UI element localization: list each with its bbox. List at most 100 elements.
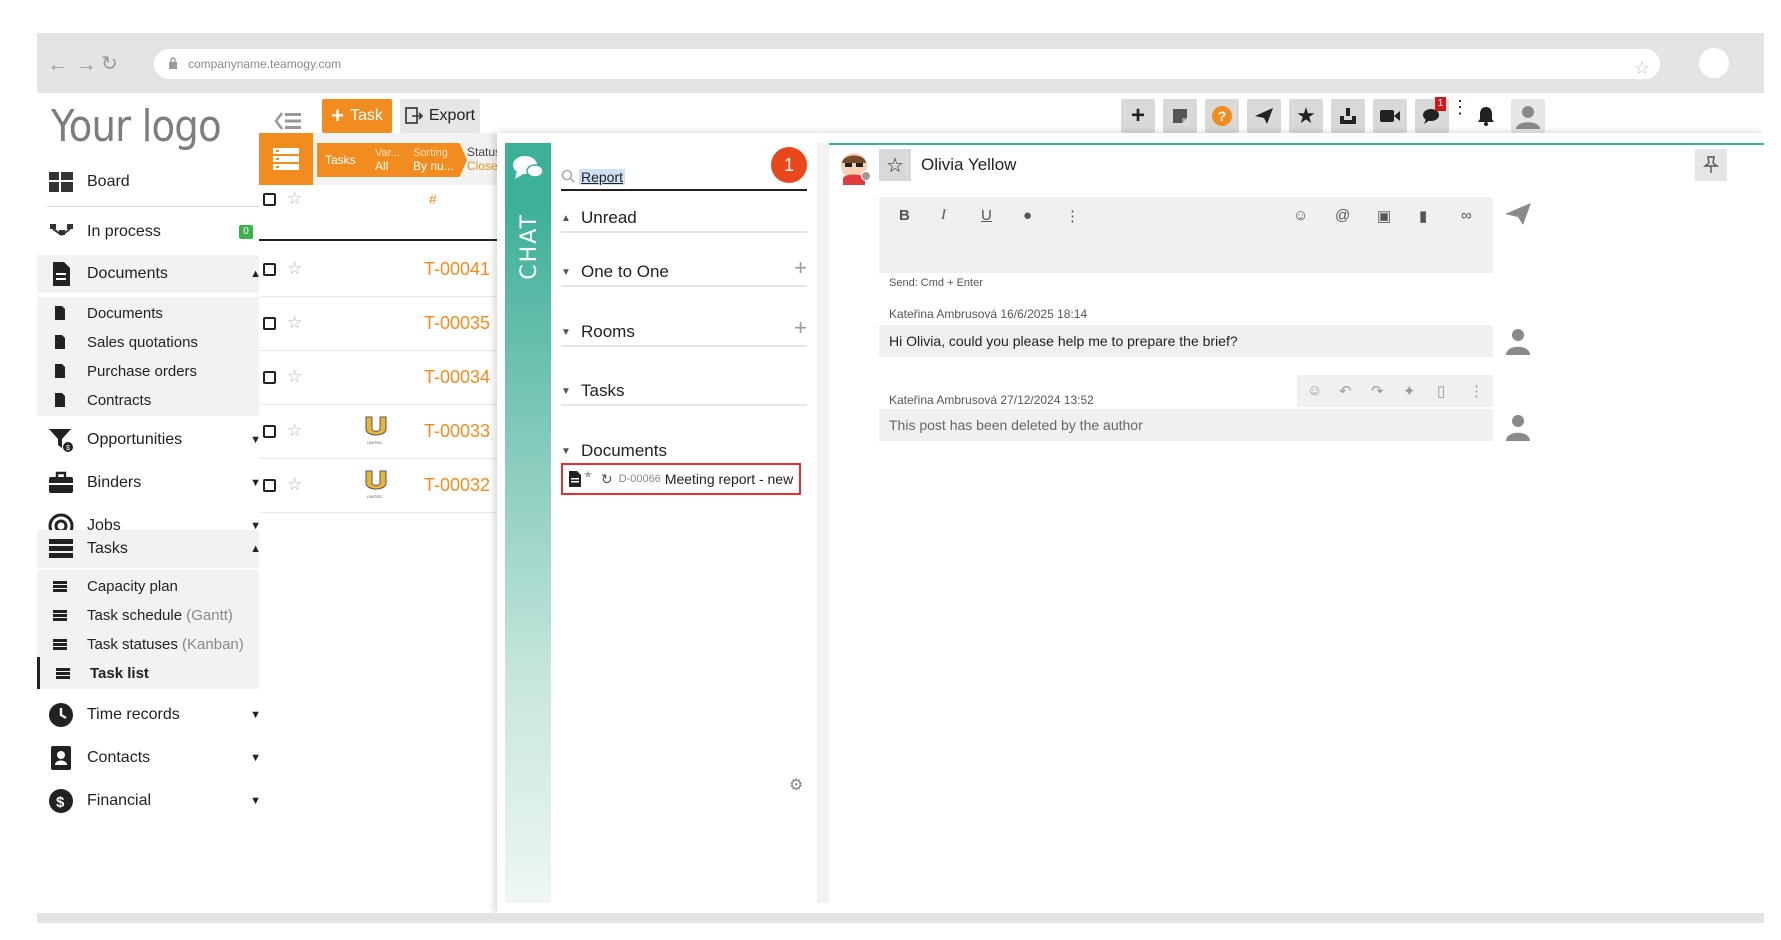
chat-group-tasks[interactable]: ▼ Tasks bbox=[561, 378, 807, 406]
reload-icon[interactable]: ↻ bbox=[101, 51, 118, 76]
plus-icon[interactable]: + bbox=[1121, 99, 1155, 133]
star-icon[interactable]: ☆ bbox=[287, 259, 302, 279]
star-icon[interactable]: ☆ bbox=[287, 421, 302, 441]
mention-icon[interactable]: @ bbox=[1335, 207, 1350, 224]
sidebar-item-documents[interactable]: Documents ▲ bbox=[37, 255, 273, 293]
star-icon[interactable]: ☆ bbox=[287, 475, 302, 495]
row-checkbox[interactable] bbox=[263, 371, 276, 384]
table-row[interactable]: ☆ UNITED T-00032 bbox=[259, 459, 499, 513]
message-composer[interactable]: B I U ● ⋮ ☺ @ ▣ ▮ ∞ bbox=[879, 197, 1493, 273]
underline-icon[interactable]: U bbox=[981, 207, 992, 224]
column-header-number[interactable]: # bbox=[429, 191, 437, 207]
author-avatar-icon[interactable] bbox=[1505, 413, 1531, 441]
more-icon[interactable]: ⋮ bbox=[1065, 207, 1080, 225]
chat-group-one-to-one[interactable]: ▼ One to One + bbox=[561, 255, 807, 287]
address-bar[interactable]: companyname.teamogy.com ☆ bbox=[154, 49, 1660, 79]
message-body[interactable]: This post has been deleted by the author bbox=[879, 409, 1493, 441]
contact-book-icon bbox=[51, 746, 71, 770]
list-menu-button[interactable] bbox=[259, 133, 313, 185]
sidebar-item-opportunities[interactable]: $ Opportunities ▼ bbox=[37, 421, 273, 459]
more-icon[interactable]: ⋮ bbox=[1469, 382, 1484, 400]
sidebar-subitem-purchase-orders[interactable]: Purchase orders bbox=[37, 355, 273, 387]
row-checkbox[interactable] bbox=[263, 263, 276, 276]
sidebar-subitem-sales-quotations[interactable]: Sales quotations bbox=[37, 326, 273, 358]
sidebar-item-time-records[interactable]: Time records ▼ bbox=[37, 696, 273, 734]
task-id[interactable]: T-00032 bbox=[424, 475, 490, 496]
forward-arrow-icon[interactable]: → bbox=[75, 51, 97, 77]
sidebar-subitem-task-schedule[interactable]: Task schedule (Gantt) bbox=[37, 599, 273, 631]
table-row[interactable]: ☆ T-00035 bbox=[259, 297, 499, 351]
task-id[interactable]: T-00033 bbox=[424, 421, 490, 442]
row-checkbox[interactable] bbox=[263, 479, 276, 492]
notes-icon[interactable] bbox=[1163, 99, 1197, 133]
select-all-checkbox[interactable] bbox=[263, 193, 276, 206]
sidebar-item-financial[interactable]: $ Financial ▼ bbox=[37, 782, 273, 820]
reply-icon[interactable]: ↶ bbox=[1339, 382, 1352, 400]
breadcrumb-sorting[interactable]: Sorting By nu... bbox=[405, 143, 467, 177]
star-icon[interactable]: ☆ bbox=[287, 313, 302, 333]
bold-icon[interactable]: B bbox=[899, 207, 910, 224]
sidebar-item-binders[interactable]: Binders ▼ bbox=[37, 464, 273, 502]
sidebar-subitem-documents[interactable]: Documents bbox=[37, 297, 273, 329]
emoji-react-icon[interactable]: ☺ bbox=[1307, 382, 1322, 399]
sidebar-item-contacts[interactable]: Contacts ▼ bbox=[37, 739, 273, 777]
favorite-star-button[interactable]: ☆ bbox=[879, 149, 911, 181]
bell-icon[interactable] bbox=[1469, 99, 1503, 133]
file-icon[interactable]: ▮ bbox=[1419, 207, 1427, 225]
chat-group-documents[interactable]: ▼ Documents bbox=[561, 437, 807, 465]
chat-group-unread[interactable]: ▲ Unread bbox=[561, 205, 807, 233]
back-arrow-icon[interactable]: ← bbox=[47, 51, 69, 77]
breadcrumb-tasks[interactable]: Tasks bbox=[317, 143, 375, 177]
export-button[interactable]: Export bbox=[400, 99, 480, 133]
inbox-icon[interactable] bbox=[1331, 99, 1365, 133]
sidebar-item-in-process[interactable]: In process 0 bbox=[37, 213, 273, 251]
sidebar-subitem-task-statuses[interactable]: Task statuses (Kanban) bbox=[37, 628, 273, 660]
table-row[interactable]: ☆ T-00041 bbox=[259, 243, 499, 297]
send-icon[interactable] bbox=[1247, 99, 1281, 133]
chat-search-input[interactable]: Report bbox=[561, 165, 807, 191]
row-checkbox[interactable] bbox=[263, 317, 276, 330]
task-id[interactable]: T-00041 bbox=[424, 259, 490, 280]
sidebar-subitem-capacity-plan[interactable]: Capacity plan bbox=[37, 570, 273, 602]
send-message-icon[interactable] bbox=[1503, 201, 1533, 227]
author-avatar-icon[interactable] bbox=[1505, 327, 1531, 355]
bookmark-star-icon[interactable]: ☆ bbox=[1634, 53, 1650, 83]
user-avatar-icon[interactable] bbox=[1511, 99, 1545, 133]
sidebar-item-tasks[interactable]: Tasks ▲ bbox=[37, 530, 273, 568]
table-row[interactable]: ☆ T-00034 bbox=[259, 351, 499, 405]
task-id[interactable]: T-00034 bbox=[424, 367, 490, 388]
sidebar-subitem-contracts[interactable]: Contracts bbox=[37, 384, 273, 416]
row-checkbox[interactable] bbox=[263, 425, 276, 438]
pin-button[interactable] bbox=[1695, 149, 1727, 181]
emoji-icon[interactable]: ☺ bbox=[1293, 207, 1308, 224]
video-icon[interactable] bbox=[1373, 99, 1407, 133]
pin-icon[interactable]: ✦ bbox=[1403, 382, 1416, 400]
chat-document-item[interactable]: ★ ↻ D-00066 Meeting report - new bbox=[561, 463, 801, 495]
help-icon[interactable]: ? bbox=[1205, 99, 1239, 133]
star-icon[interactable]: ☆ bbox=[287, 367, 302, 387]
bookmark-icon[interactable]: ▯ bbox=[1437, 382, 1445, 400]
star-icon[interactable]: ★ bbox=[1289, 99, 1323, 133]
forward-icon[interactable]: ↷ bbox=[1371, 382, 1384, 400]
chat-group-rooms[interactable]: ▼ Rooms + bbox=[561, 315, 807, 347]
link-icon[interactable]: ∞ bbox=[1461, 207, 1472, 224]
star-icon[interactable]: ☆ bbox=[287, 189, 302, 209]
chat-bubbles-icon[interactable] bbox=[511, 153, 545, 183]
browser-profile-avatar[interactable] bbox=[1699, 48, 1729, 78]
star-icon[interactable]: ★ bbox=[583, 468, 593, 481]
add-room-icon[interactable]: + bbox=[794, 315, 807, 341]
message-body[interactable]: Hi Olivia, could you please help me to p… bbox=[879, 325, 1493, 357]
more-icon[interactable]: ⋮ bbox=[1451, 98, 1469, 116]
italic-icon[interactable]: I bbox=[941, 207, 946, 224]
sidebar-item-board[interactable]: Board bbox=[37, 163, 273, 201]
table-row[interactable]: ☆ UNITED T-00033 bbox=[259, 405, 499, 459]
gear-icon[interactable]: ⚙ bbox=[789, 775, 803, 795]
chat-icon[interactable]: 1 bbox=[1415, 97, 1449, 133]
color-drop-icon[interactable]: ● bbox=[1023, 207, 1032, 224]
sidebar-subitem-task-list[interactable]: Task list bbox=[37, 657, 273, 689]
image-icon[interactable]: ▣ bbox=[1377, 207, 1391, 225]
add-task-button[interactable]: + Task bbox=[322, 99, 392, 133]
task-id[interactable]: T-00035 bbox=[424, 313, 490, 334]
collapse-sidebar-icon[interactable] bbox=[274, 107, 304, 135]
add-chat-icon[interactable]: + bbox=[794, 255, 807, 281]
